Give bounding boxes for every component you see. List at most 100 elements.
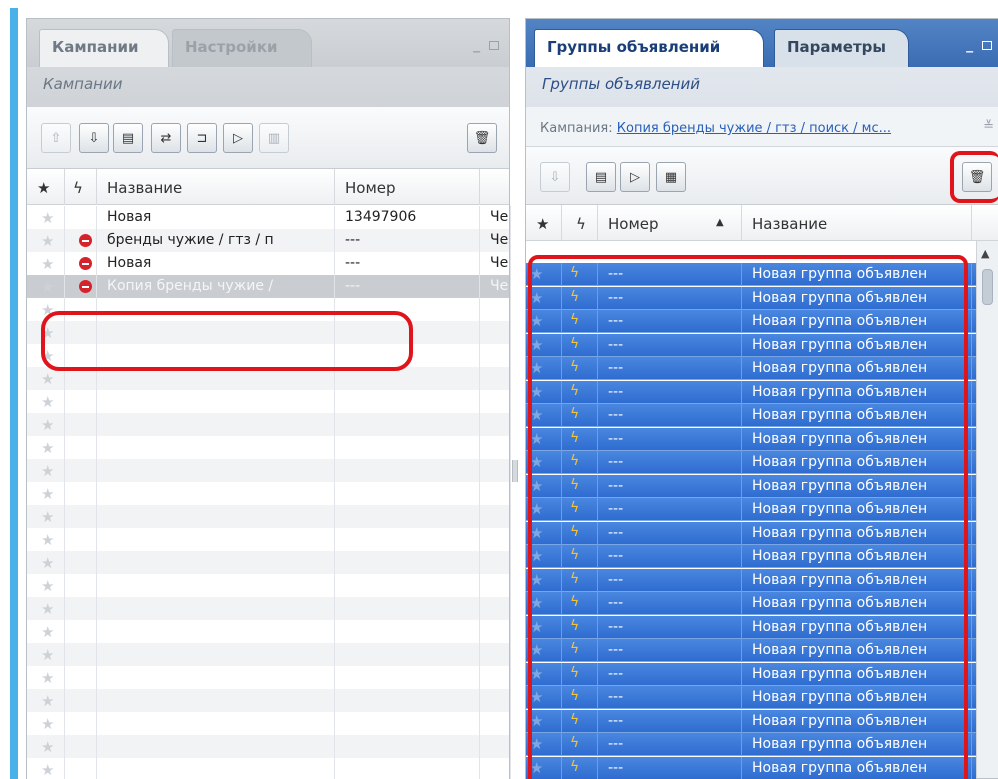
star-icon[interactable]: ★	[37, 439, 54, 457]
star-icon[interactable]: ★	[37, 255, 54, 273]
table-row[interactable]: ★	[27, 597, 511, 620]
number-cell: ---	[335, 252, 480, 275]
name-column-header[interactable]: Название	[742, 205, 972, 241]
number-cell	[335, 482, 480, 505]
table-row[interactable]: ★	[27, 505, 511, 528]
export-button[interactable]: ▷	[223, 123, 253, 153]
download-button[interactable]: ⇩	[540, 162, 570, 192]
star-icon[interactable]: ★	[37, 485, 54, 503]
extra-cell	[480, 321, 511, 344]
star-icon[interactable]: ★	[37, 508, 54, 526]
stats-button[interactable]: ▥	[259, 123, 289, 153]
tab-settings[interactable]: Настройки	[172, 29, 312, 67]
status-cell	[65, 712, 97, 735]
table-row[interactable]: ★	[27, 689, 511, 712]
number-cell	[335, 459, 480, 482]
star-icon[interactable]: ★	[37, 669, 54, 687]
vertical-scrollbar[interactable]: ▲	[976, 241, 998, 778]
star-icon[interactable]: ★	[37, 370, 54, 388]
star-icon[interactable]: ★	[37, 600, 54, 618]
table-row[interactable]: ★	[27, 643, 511, 666]
table-row[interactable]: ★ Копия бренды чужие / --- Че	[27, 275, 511, 298]
table-row[interactable]: ★	[27, 482, 511, 505]
number-cell	[335, 528, 480, 551]
star-cell: ★	[27, 574, 65, 597]
scroll-thumb[interactable]	[982, 269, 993, 305]
number-cell: ---	[335, 275, 480, 298]
table-row[interactable]: ★	[27, 712, 511, 735]
table-row[interactable]: ★	[27, 413, 511, 436]
table-row[interactable]: ★	[27, 459, 511, 482]
number-column-header[interactable]: Номер	[335, 169, 480, 205]
panel-splitter[interactable]	[512, 460, 518, 482]
campaign-filter-link[interactable]: Копия бренды чужие / гтз / поиск / мс...	[617, 121, 891, 136]
extra-cell	[480, 666, 511, 689]
star-icon[interactable]: ★	[37, 209, 54, 227]
star-icon[interactable]: ★	[37, 715, 54, 733]
star-icon[interactable]: ★	[37, 278, 54, 296]
import-button[interactable]: ⊐	[187, 123, 217, 153]
star-icon[interactable]: ★	[37, 393, 54, 411]
table-row[interactable]: ★ Новая 13497906 Че	[27, 206, 511, 229]
table-button[interactable]: ▦	[656, 162, 686, 192]
table-row[interactable]: ★	[27, 528, 511, 551]
star-column-header[interactable]: ★	[526, 205, 562, 241]
maximize-icon[interactable]	[982, 40, 992, 50]
chevron-down-icon[interactable]: ≚	[983, 119, 994, 134]
star-icon[interactable]: ★	[37, 577, 54, 595]
number-column-header[interactable]: Номер ▲	[598, 205, 742, 241]
download-button[interactable]: ⇩	[79, 123, 109, 153]
table-row[interactable]: ★ Новая --- Че	[27, 252, 511, 275]
table-row[interactable]: ★	[27, 574, 511, 597]
tab-ad-groups[interactable]: Группы объявлений	[534, 29, 764, 67]
extra-cell	[480, 413, 511, 436]
name-cell	[97, 758, 335, 779]
extra-column-header[interactable]	[480, 169, 511, 205]
table-row[interactable]: ★	[27, 758, 511, 779]
star-icon[interactable]: ★	[37, 623, 54, 641]
status-cell	[65, 206, 97, 229]
star-column-header[interactable]: ★	[27, 169, 65, 205]
table-row[interactable]: ★	[27, 620, 511, 643]
star-icon[interactable]: ★	[37, 692, 54, 710]
table-row[interactable]: ★	[27, 666, 511, 689]
extra-cell	[480, 344, 511, 367]
tab-parameters[interactable]: Параметры	[774, 29, 909, 67]
transfer-button[interactable]: ⇄	[151, 123, 181, 153]
star-icon[interactable]: ★	[37, 416, 54, 434]
name-cell	[97, 643, 335, 666]
status-cell	[65, 275, 97, 298]
upload-button[interactable]: ⇧	[41, 123, 71, 153]
table-row[interactable]: ★	[27, 390, 511, 413]
star-cell: ★	[27, 206, 65, 229]
extra-cell	[480, 482, 511, 505]
star-cell: ★	[27, 551, 65, 574]
name-cell	[97, 413, 335, 436]
star-icon[interactable]: ★	[37, 462, 54, 480]
status-column-header[interactable]: ϟ	[65, 169, 97, 205]
star-cell: ★	[27, 505, 65, 528]
document-button[interactable]: ▤	[586, 162, 616, 192]
table-row[interactable]: ★	[27, 735, 511, 758]
table-row[interactable]: ★ бренды чужие / гтз / п --- Че	[27, 229, 511, 252]
document-button[interactable]: ▤	[113, 123, 143, 153]
maximize-icon[interactable]	[489, 40, 499, 50]
table-row[interactable]: ★	[27, 436, 511, 459]
tab-campaigns[interactable]: Кампании	[39, 29, 169, 67]
star-icon[interactable]: ★	[37, 761, 54, 779]
star-icon[interactable]: ★	[37, 646, 54, 664]
status-cell	[65, 505, 97, 528]
star-icon[interactable]: ★	[37, 531, 54, 549]
status-column-header[interactable]: ϟ	[562, 205, 598, 241]
star-icon[interactable]: ★	[37, 554, 54, 572]
name-column-header[interactable]: Название	[97, 169, 335, 205]
export-button[interactable]: ▷	[620, 162, 650, 192]
scroll-up-icon[interactable]: ▲	[981, 247, 989, 260]
status-cell	[65, 413, 97, 436]
star-icon[interactable]: ★	[37, 232, 54, 250]
delete-button[interactable]: 🗑	[467, 123, 497, 153]
minimize-icon[interactable]: _	[473, 37, 480, 53]
table-row[interactable]: ★	[27, 551, 511, 574]
minimize-icon[interactable]: _	[966, 37, 973, 53]
star-icon[interactable]: ★	[37, 738, 54, 756]
